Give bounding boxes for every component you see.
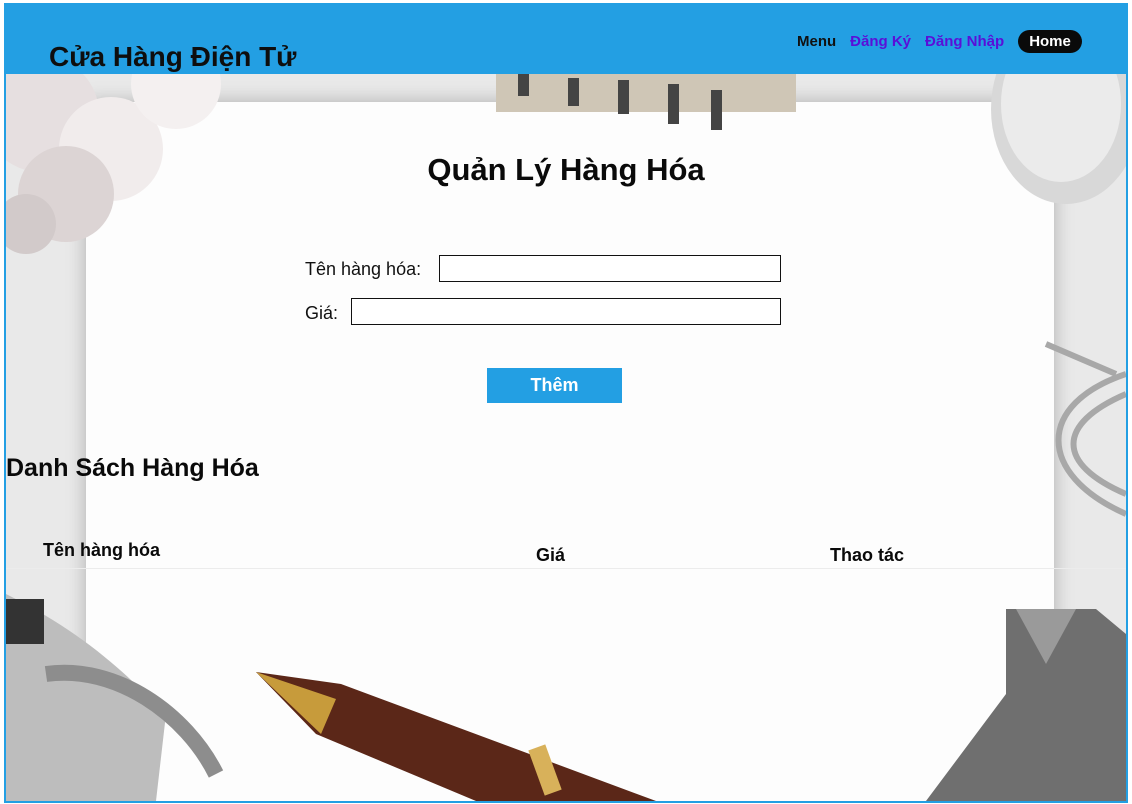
product-name-input[interactable] [439, 255, 781, 282]
ribbon-decoration [926, 609, 1126, 801]
main-content: Quản Lý Hàng Hóa Tên hàng hóa: Giá: Thêm… [4, 74, 1128, 803]
notebook-rings-decoration [496, 74, 796, 130]
fountain-pen-decoration [256, 672, 656, 801]
nav-login-link[interactable]: Đăng Nhập [925, 33, 1004, 50]
product-name-label: Tên hàng hóa: [305, 259, 422, 279]
column-header-name: Tên hàng hóa [43, 540, 160, 560]
nav-home-button[interactable]: Home [1018, 30, 1082, 53]
lanyard-decoration [6, 594, 224, 801]
nav-register-link[interactable]: Đăng Ký [850, 33, 911, 50]
brand-title: Cửa Hàng Điện Tử [49, 41, 297, 72]
price-label: Giá: [305, 303, 339, 323]
price-input[interactable] [351, 298, 781, 325]
table-header-divider [6, 568, 1126, 569]
app-root: Cửa Hàng Điện Tử Menu Đăng Ký Đăng Nhập … [0, 0, 1132, 804]
column-header-actions: Thao tác [830, 545, 905, 565]
cable-decoration [1044, 341, 1126, 517]
product-list-title: Danh Sách Hàng Hóa [6, 454, 259, 482]
nav-menu-link[interactable]: Menu [797, 33, 836, 50]
add-product-button[interactable]: Thêm [487, 368, 622, 403]
column-header-price: Giá [536, 545, 566, 565]
top-nav: Menu Đăng Ký Đăng Nhập Home [797, 30, 1082, 53]
page-title: Quản Lý Hàng Hóa [427, 152, 705, 187]
top-header: Cửa Hàng Điện Tử Menu Đăng Ký Đăng Nhập … [4, 3, 1128, 74]
